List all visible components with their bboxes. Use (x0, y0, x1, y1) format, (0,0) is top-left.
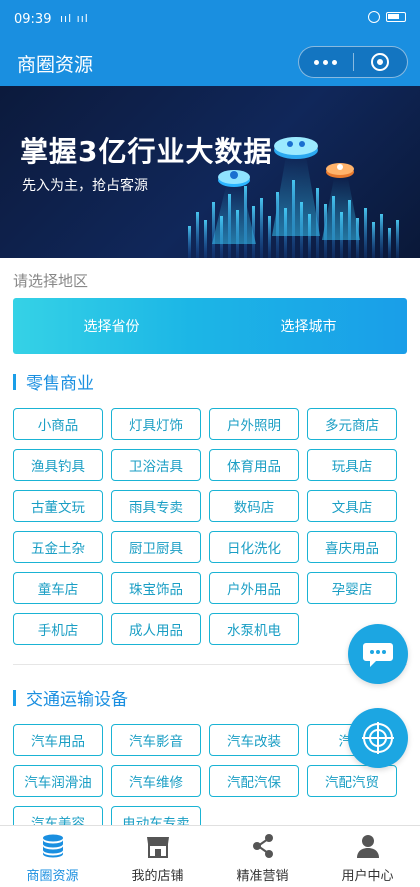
store-icon (146, 837, 169, 858)
category-tag[interactable]: 成人用品 (111, 613, 201, 645)
chat-button[interactable] (348, 624, 408, 684)
category-tag[interactable]: 厨卫厨具 (111, 531, 201, 563)
category-tag[interactable]: 日化洗化 (209, 531, 299, 563)
section-accent-bar (13, 373, 16, 390)
radar-icon (362, 722, 394, 754)
select-province-button[interactable]: 选择省份 (13, 298, 210, 354)
category-tag[interactable]: 多元商店 (307, 408, 397, 440)
more-button[interactable] (299, 47, 353, 77)
region-selector: 选择省份 选择城市 (13, 298, 407, 354)
category-tag[interactable]: 户外用品 (209, 572, 299, 604)
tab-user-center[interactable]: 用户中心 (315, 826, 420, 887)
category-tag[interactable]: 汽配汽贸 (307, 765, 397, 797)
category-tag[interactable]: 户外照明 (209, 408, 299, 440)
battery-icon (386, 12, 406, 22)
section-header-retail: 零售商业 (13, 369, 94, 394)
mini-program-capsule (298, 46, 408, 78)
category-tag[interactable]: 童车店 (13, 572, 103, 604)
category-tag[interactable]: 雨具专卖 (111, 490, 201, 522)
tab-label: 我的店铺 (131, 869, 184, 884)
category-tag[interactable]: 小商品 (13, 408, 103, 440)
alarm-icon (368, 11, 380, 23)
tab-business-resources[interactable]: 商圈资源 (0, 826, 105, 887)
category-tag[interactable]: 渔具钓具 (13, 449, 103, 481)
status-bar: 09:39 ııl ııl (0, 0, 420, 40)
category-tag[interactable]: 古董文玩 (13, 490, 103, 522)
select-city-button[interactable]: 选择城市 (210, 298, 407, 354)
page-title: 商圈资源 (17, 54, 94, 76)
status-indicators (368, 11, 406, 23)
category-tag[interactable]: 手机店 (13, 613, 103, 645)
tab-my-store[interactable]: 我的店铺 (105, 826, 210, 887)
bottom-tab-bar: 商圈资源 我的店铺 精准营销 用户中心 (0, 825, 420, 887)
tab-precision-marketing[interactable]: 精准营销 (210, 826, 315, 887)
section-title: 交通运输设备 (26, 690, 128, 710)
category-tag[interactable]: 灯具灯饰 (111, 408, 201, 440)
category-tag[interactable]: 汽车润滑油 (13, 765, 103, 797)
category-tag[interactable]: 汽配汽保 (209, 765, 299, 797)
category-tag[interactable]: 汽车用品 (13, 724, 103, 756)
user-icon (356, 835, 379, 858)
region-label: 请选择地区 (13, 272, 89, 290)
status-time: 09:39 (14, 12, 52, 27)
category-tag[interactable]: 体育用品 (209, 449, 299, 481)
section-accent-bar (13, 689, 16, 706)
banner-data-illustration (188, 137, 399, 258)
category-tag[interactable]: 数码店 (209, 490, 299, 522)
nav-bar: 商圈资源 (0, 40, 420, 86)
retail-tag-grid: 小商品 灯具灯饰 户外照明 多元商店 渔具钓具 卫浴洁具 体育用品 玩具店 古董… (13, 408, 407, 645)
tab-label: 精准营销 (236, 869, 289, 884)
signal-icon: ııl ııl (60, 12, 89, 25)
database-icon (42, 834, 63, 858)
share-icon (252, 834, 273, 858)
category-tag[interactable]: 孕婴店 (307, 572, 397, 604)
category-tag[interactable]: 水泵机电 (209, 613, 299, 645)
chat-bubble-icon (363, 643, 393, 667)
tab-label: 用户中心 (341, 869, 394, 884)
banner-subtitle: 先入为主，抢占客源 (22, 178, 148, 194)
category-tag[interactable]: 玩具店 (307, 449, 397, 481)
more-dots-icon (314, 59, 338, 65)
section-title: 零售商业 (26, 374, 94, 394)
category-tag[interactable]: 文具店 (307, 490, 397, 522)
category-tag[interactable]: 汽车影音 (111, 724, 201, 756)
tab-label: 商圈资源 (26, 869, 79, 884)
radar-button[interactable] (348, 708, 408, 768)
close-target-icon (371, 53, 390, 71)
category-tag[interactable]: 汽车改装 (209, 724, 299, 756)
close-button[interactable] (354, 47, 408, 77)
section-divider (13, 664, 407, 665)
banner[interactable]: 掌握3亿行业大数据 先入为主，抢占客源 (0, 86, 420, 258)
category-tag[interactable]: 汽车维修 (111, 765, 201, 797)
category-tag[interactable]: 卫浴洁具 (111, 449, 201, 481)
section-header-transport: 交通运输设备 (13, 685, 128, 710)
category-tag[interactable]: 喜庆用品 (307, 531, 397, 563)
category-tag[interactable]: 五金土杂 (13, 531, 103, 563)
category-tag[interactable]: 珠宝饰品 (111, 572, 201, 604)
